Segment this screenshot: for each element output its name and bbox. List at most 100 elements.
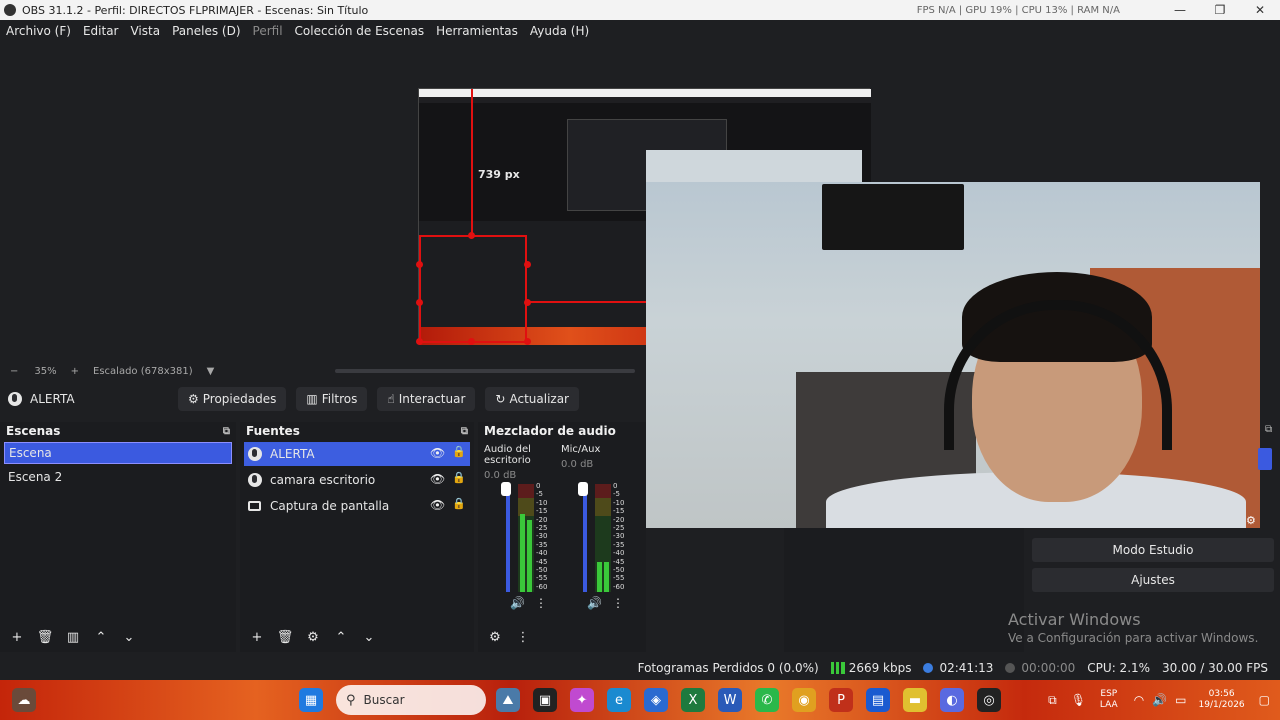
resize-handle[interactable] [416,261,423,268]
calendar-icon[interactable]: ▤ [866,688,890,712]
scene-item[interactable]: Escena 2 [4,466,232,488]
trash-icon[interactable]: 🗑 [276,630,294,645]
scale-mode[interactable]: Escalado (678x381) [93,366,193,377]
resize-handle[interactable] [416,338,423,345]
eye-icon[interactable]: 👁 [430,498,445,512]
volume-fader[interactable] [583,484,587,592]
resize-handle[interactable] [468,232,475,239]
store-icon[interactable]: ◈ [644,688,668,712]
more-options-icon[interactable]: ⋮ [535,596,547,610]
chevron-down-icon[interactable]: ⌄ [120,630,138,645]
filters-button[interactable]: ▥ Filtros [296,387,368,411]
source-item-camara[interactable]: camara escritorio 👁 🔒 [244,468,470,492]
start-icon[interactable]: ▦ [299,688,323,712]
menu-ayuda[interactable]: Ayuda (H) [530,24,589,38]
pointer-icon: ☝ [387,392,395,406]
sources-dock: Fuentes ⧉ ALERTA 👁 🔒 camara escritorio 👁 🔒… [240,422,474,652]
clock[interactable]: 03:56 19/1/2026 [1199,689,1245,711]
volume-fader-knob[interactable] [501,482,511,496]
file-explorer-icon[interactable]: ▬ [903,688,927,712]
properties-button[interactable]: ⚙ Propiedades [178,387,287,411]
menu-paneles[interactable]: Paneles (D) [172,24,240,38]
gear-icon[interactable]: ⚙ [486,630,504,645]
volume-fader[interactable] [506,484,510,592]
add-icon[interactable]: + [8,630,26,645]
lock-icon[interactable]: 🔒 [452,446,466,458]
source-item-alerta[interactable]: ALERTA 👁 🔒 [244,442,470,466]
excel-icon[interactable]: X [681,688,705,712]
lock-icon[interactable]: 🔒 [452,498,466,510]
meter-ticks: 0 -5 -10 -15 -20 -25 -30 -35 -40 -45 -50 -55 -60 [536,482,548,591]
eye-icon[interactable]: 👁 [430,472,445,486]
volume-icon[interactable]: 🔊 [1152,693,1167,707]
scene-item[interactable]: Escena [4,442,232,464]
discord-icon[interactable]: ◐ [940,688,964,712]
undock-icon[interactable]: ⧉ [223,426,230,437]
powerpoint-icon[interactable]: P [829,688,853,712]
source-item-captura[interactable]: Captura de pantalla 👁 🔒 [244,494,470,518]
settings-button[interactable]: Ajustes [1032,568,1274,592]
zoom-out-button[interactable]: − [10,366,18,377]
minimize-button[interactable]: — [1160,3,1200,17]
add-icon[interactable]: + [248,630,266,645]
widgets-icon[interactable]: ☁ [12,688,36,712]
preview-scrollbar[interactable] [335,369,635,373]
transitions-dock [784,528,1024,652]
language-indicator[interactable]: ESP LAA [1100,689,1118,711]
more-options-icon[interactable]: ⋮ [612,596,624,610]
refresh-button[interactable]: ↻ Actualizar [485,387,579,411]
obs-taskbar-icon[interactable]: ◎ [977,688,1001,712]
menu-coleccion-escenas[interactable]: Colección de Escenas [295,24,425,38]
maximize-button[interactable]: ❐ [1200,3,1240,17]
menu-perfil[interactable]: Perfil [253,24,283,38]
chevron-down-icon[interactable]: ▼ [207,366,215,377]
obs-logo-icon [4,4,16,16]
landscape-icon[interactable]: ⛰ [496,688,520,712]
notification-icon[interactable]: ▢ [1259,693,1270,707]
wifi-icon[interactable]: ◠ [1134,693,1144,707]
chrome-icon[interactable]: ◉ [792,688,816,712]
chevron-down-icon[interactable]: ⌄ [360,630,378,645]
whatsapp-icon[interactable]: ✆ [755,688,779,712]
resize-handle[interactable] [524,299,531,306]
volume-fader-knob[interactable] [578,482,588,496]
eye-icon[interactable]: 👁 [430,446,445,460]
filter-icon[interactable]: ▥ [64,630,82,645]
word-icon[interactable]: W [718,688,742,712]
menu-archivo[interactable]: Archivo (F) [6,24,71,38]
task-view-icon[interactable]: ▣ [533,688,557,712]
screenshot-icon[interactable]: ⧉ [1048,693,1057,708]
window-title: OBS 31.1.2 - Perfil: DIRECTOS FLPRIMAJER… [22,3,369,17]
chevron-up-icon[interactable]: ⌃ [92,630,110,645]
bitrate: 2669 kbps [830,661,911,675]
battery-icon[interactable]: ▭ [1175,693,1186,707]
copilot-icon[interactable]: ✦ [570,688,594,712]
trash-icon[interactable]: 🗑 [36,630,54,645]
resize-handle[interactable] [524,261,531,268]
interact-button[interactable]: ☝ Interactuar [377,387,476,411]
menu-vista[interactable]: Vista [130,24,160,38]
resize-handle[interactable] [524,338,531,345]
dropped-frames: Fotogramas Perdidos 0 (0.0%) [637,661,819,675]
source-selection-box[interactable] [419,235,527,343]
gear-icon[interactable]: ⚙ [304,630,322,645]
zoom-in-button[interactable]: + [71,366,79,377]
undock-icon[interactable]: ⧉ [461,426,468,437]
close-button[interactable]: ✕ [1240,3,1280,17]
windows-taskbar: ☁ ▦ ⚲ Buscar ⛰ ▣ ✦ e ◈ X W ✆ ◉ P ▤ ▬ ◐ ◎… [0,680,1280,720]
search-box[interactable]: ⚲ Buscar [336,685,486,715]
chevron-up-icon[interactable]: ⌃ [332,630,350,645]
resize-handle[interactable] [416,299,423,306]
speaker-icon[interactable]: 🔊 [587,596,602,610]
studio-mode-button[interactable]: Modo Estudio [1032,538,1274,562]
microphone-icon[interactable]: 🎙 [1071,693,1086,707]
menu-editar[interactable]: Editar [83,24,119,38]
speaker-icon[interactable]: 🔊 [510,596,525,610]
more-options-icon[interactable]: ⋮ [514,630,532,645]
scenes-dock: Escenas ⧉ Escena Escena 2 + 🗑 ▥ ⌃ ⌄ [0,422,236,652]
resize-handle[interactable] [468,338,475,345]
lock-icon[interactable]: 🔒 [452,472,466,484]
menu-herramientas[interactable]: Herramientas [436,24,518,38]
edge-icon[interactable]: e [607,688,631,712]
volume-meter [595,484,611,592]
